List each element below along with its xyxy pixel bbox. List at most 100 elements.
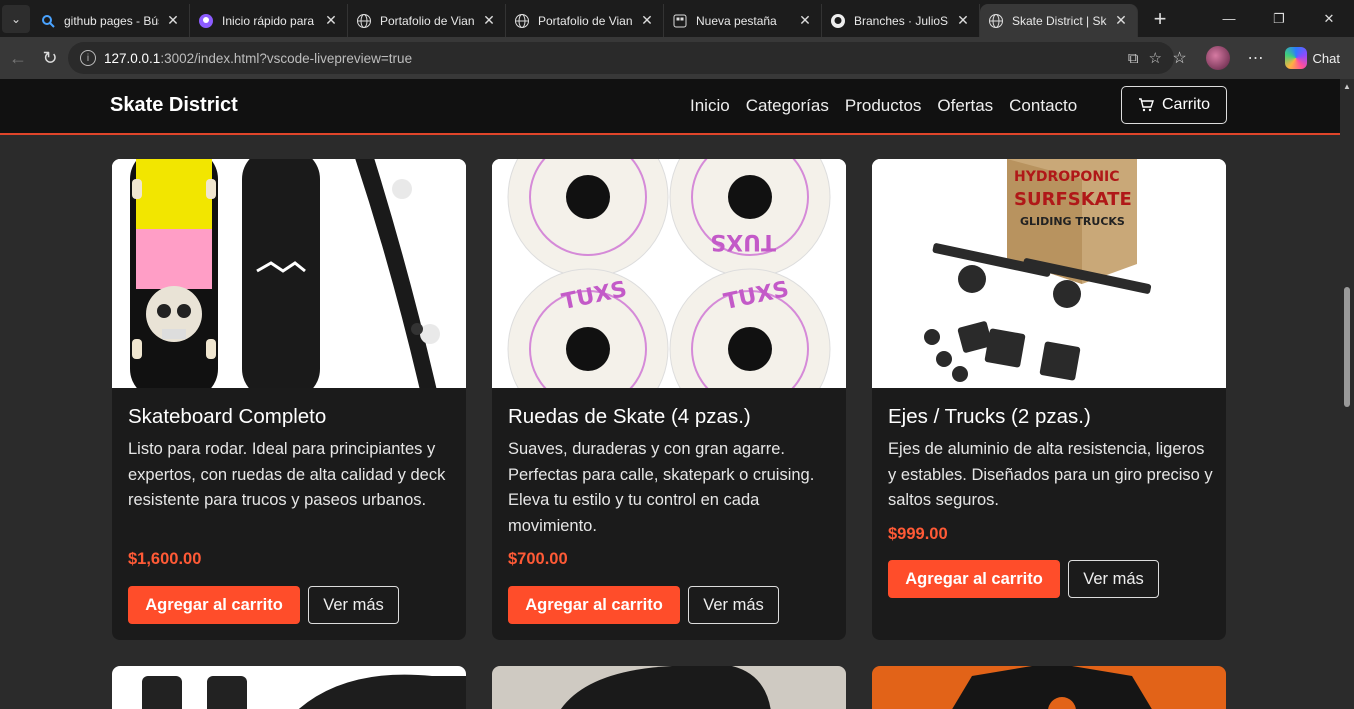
close-icon: ✕ <box>1323 10 1335 26</box>
page-scrollbar[interactable]: ▲ <box>1340 79 1354 709</box>
skateboard-image <box>112 159 466 388</box>
tab-actions-menu-button[interactable]: ⌄ <box>2 4 30 33</box>
github-pages-icon <box>198 13 214 29</box>
trucks-image: HYDROPONIC SURFSKATE GLIDING TRUCKS <box>872 159 1226 388</box>
nav-link-inicio[interactable]: Inicio <box>690 96 730 116</box>
browser-toolbar-right: ☆ ⋯ Chat <box>1165 37 1346 79</box>
minimize-icon: — <box>1222 11 1236 26</box>
scrollbar-thumb[interactable] <box>1344 287 1350 407</box>
product-card-partial <box>872 666 1226 709</box>
site-navbar: Skate District Inicio Categorías Product… <box>0 79 1340 135</box>
github-icon <box>830 13 846 29</box>
close-icon[interactable]: ✕ <box>165 12 181 29</box>
favorites-icon: ☆ <box>1172 50 1187 67</box>
nav-link-categorias[interactable]: Categorías <box>746 96 829 116</box>
product-price: $700.00 <box>508 550 568 568</box>
globe-icon <box>514 13 530 29</box>
see-more-button[interactable]: Ver más <box>1068 560 1159 598</box>
address-actions: ⧉ ☆ <box>1128 42 1162 74</box>
globe-icon <box>356 13 372 29</box>
product-title: Skateboard Completo <box>128 405 327 428</box>
wheels-image: TUXS TUXS TUXS <box>492 159 846 388</box>
tab-skate-district[interactable]: Skate District | Skate ✕ <box>980 4 1138 37</box>
plus-icon: + <box>1153 5 1167 31</box>
more-menu-button[interactable]: ⋯ <box>1241 43 1271 73</box>
favorite-star-icon[interactable]: ☆ <box>1149 49 1162 67</box>
product-card-partial <box>112 666 466 709</box>
tab-title: Portafolio de Vianey <box>538 13 633 28</box>
product-card-trucks: HYDROPONIC SURFSKATE GLIDING TRUCKS Ejes… <box>872 159 1226 640</box>
window-controls: — ❐ ✕ <box>1204 0 1354 37</box>
read-aloud-icon[interactable]: ⧉ <box>1128 50 1139 67</box>
tab-github-branches[interactable]: Branches · JulioSMC ✕ <box>822 4 980 37</box>
restore-button[interactable]: ❐ <box>1254 0 1304 37</box>
tab-title: github pages - Búsqueda <box>64 13 159 28</box>
close-window-button[interactable]: ✕ <box>1304 0 1354 37</box>
close-icon[interactable]: ✕ <box>323 12 339 29</box>
arrow-left-icon: ← <box>9 47 27 68</box>
chat-label: Chat <box>1312 50 1340 66</box>
tab-portfolio-2[interactable]: Portafolio de Vianey ✕ <box>506 4 664 37</box>
product-price: $1,600.00 <box>128 550 202 568</box>
minimize-button[interactable]: — <box>1204 0 1254 37</box>
chevron-down-icon: ⌄ <box>10 11 22 26</box>
restore-icon: ❐ <box>1273 10 1285 26</box>
close-icon[interactable]: ✕ <box>955 12 971 29</box>
profile-button[interactable] <box>1203 43 1233 73</box>
tab-portfolio-1[interactable]: Portafolio de Vianey ✕ <box>348 4 506 37</box>
see-more-button[interactable]: Ver más <box>688 586 779 624</box>
tab-title: Branches · JulioSMC <box>854 13 949 28</box>
cart-icon <box>1138 98 1154 112</box>
svg-text:TUXS: TUXS <box>710 229 776 254</box>
close-icon[interactable]: ✕ <box>481 12 497 29</box>
tab-title: Portafolio de Vianey <box>380 13 475 28</box>
product-card-partial <box>492 666 846 709</box>
search-icon <box>40 13 56 29</box>
scroll-up-icon[interactable]: ▲ <box>1343 82 1351 91</box>
box-label-text: HYDROPONIC SURFSKATE GLIDING TRUCKS <box>1014 169 1132 228</box>
cart-label: Carrito <box>1161 96 1210 113</box>
copilot-chat-button[interactable]: Chat <box>1279 47 1346 69</box>
tab-title: Nueva pestaña <box>696 13 777 28</box>
add-to-cart-button[interactable]: Agregar al carrito <box>888 560 1060 598</box>
address-input[interactable]: i 127.0.0.1:3002/index.html?vscode-livep… <box>68 42 1174 74</box>
browser-tab-bar: ⌄ github pages - Búsqueda ✕ Inicio rápid… <box>0 0 1354 37</box>
site-menu: Inicio Categorías Productos Ofertas Cont… <box>690 96 1077 116</box>
product-card-wheels: TUXS TUXS TUXS Ruedas de Skate (4 pzas.)… <box>492 159 846 640</box>
site-brand[interactable]: Skate District <box>110 94 238 117</box>
product-description: Suaves, duraderas y con gran agarre. Per… <box>508 440 815 536</box>
tab-strip: github pages - Búsqueda ✕ Inicio rápido … <box>32 0 1138 37</box>
copilot-icon <box>1284 47 1307 69</box>
svg-text:GLIDING TRUCKS: GLIDING TRUCKS <box>1020 215 1125 228</box>
globe-icon <box>988 13 1004 29</box>
svg-text:HYDROPONIC: HYDROPONIC <box>1014 169 1120 185</box>
page-viewport: Skate District Inicio Categorías Product… <box>0 79 1340 709</box>
nav-link-ofertas[interactable]: Ofertas <box>937 96 993 116</box>
address-toolbar: ← ↻ i 127.0.0.1:3002/index.html?vscode-l… <box>0 37 1354 79</box>
url-host: 127.0.0.1 <box>104 50 161 66</box>
product-title: Ruedas de Skate (4 pzas.) <box>508 405 751 428</box>
product-description: Ejes de aluminio de alta resistencia, li… <box>888 440 1213 510</box>
svg-text:SURFSKATE: SURFSKATE <box>1014 189 1132 210</box>
refresh-button[interactable]: ↻ <box>32 40 68 76</box>
url-path: :3002/index.html?vscode-livepreview=true <box>160 50 413 66</box>
nav-link-productos[interactable]: Productos <box>845 96 922 116</box>
back-button[interactable]: ← <box>0 40 36 76</box>
product-title: Ejes / Trucks (2 pzas.) <box>888 405 1091 428</box>
close-icon[interactable]: ✕ <box>1113 12 1129 29</box>
nav-link-contacto[interactable]: Contacto <box>1009 96 1077 116</box>
tab-github-pages-search[interactable]: github pages - Búsqueda ✕ <box>32 4 190 37</box>
product-card-skateboard: Skateboard Completo Listo para rodar. Id… <box>112 159 466 640</box>
favorites-button[interactable]: ☆ <box>1165 43 1195 73</box>
add-to-cart-button[interactable]: Agregar al carrito <box>128 586 300 624</box>
cart-button[interactable]: Carrito <box>1121 86 1227 124</box>
close-icon[interactable]: ✕ <box>639 12 655 29</box>
tab-quickstart-pages[interactable]: Inicio rápido para páginas ✕ <box>190 4 348 37</box>
new-tab-button[interactable]: + <box>1144 3 1176 35</box>
tab-new-tab[interactable]: Nueva pestaña ✕ <box>664 4 822 37</box>
close-icon[interactable]: ✕ <box>797 12 813 29</box>
add-to-cart-button[interactable]: Agregar al carrito <box>508 586 680 624</box>
see-more-button[interactable]: Ver más <box>308 586 399 624</box>
site-info-icon[interactable]: i <box>80 50 96 66</box>
avatar <box>1205 46 1230 70</box>
